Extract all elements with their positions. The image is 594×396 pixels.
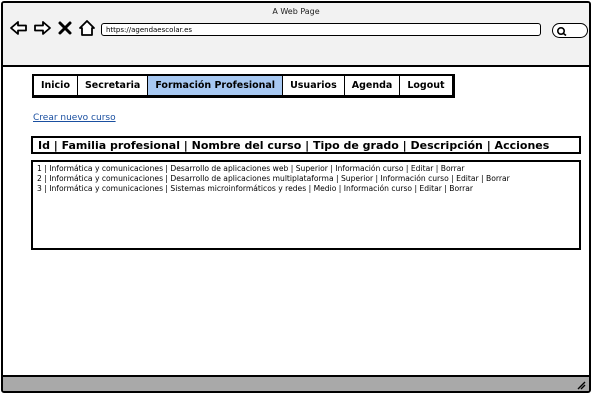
tab-formacion-profesional[interactable]: Formación Profesional (148, 76, 284, 95)
tab-usuarios[interactable]: Usuarios (283, 76, 345, 95)
tab-secretaria[interactable]: Secretaria (78, 76, 149, 95)
list-item[interactable]: 1 | Informática y comunicaciones | Desar… (37, 164, 575, 174)
status-bar (3, 375, 589, 391)
list-item[interactable]: 2 | Informática y comunicaciones | Desar… (37, 174, 575, 184)
main-nav-tabs: Inicio Secretaria Formación Profesional … (32, 74, 455, 98)
search-button[interactable] (552, 23, 588, 38)
close-x-icon[interactable] (55, 18, 75, 38)
create-course-link[interactable]: Crear nuevo curso (33, 113, 116, 123)
resize-grip-icon[interactable] (576, 380, 586, 390)
window-title: A Web Page (272, 7, 320, 16)
title-bar: A Web Page https://agendaescolar.es (3, 3, 589, 67)
list-item[interactable]: 3 | Informática y comunicaciones | Siste… (37, 184, 575, 194)
back-arrow-icon[interactable] (9, 18, 29, 38)
forward-arrow-icon[interactable] (32, 18, 52, 38)
home-icon[interactable] (77, 18, 97, 38)
tab-logout[interactable]: Logout (400, 76, 451, 95)
course-list: 1 | Informática y comunicaciones | Desar… (31, 160, 581, 250)
url-input[interactable]: https://agendaescolar.es (101, 23, 541, 36)
search-icon (556, 26, 567, 36)
table-header: Id | Familia profesional | Nombre del cu… (31, 136, 581, 154)
tab-agenda[interactable]: Agenda (345, 76, 401, 95)
browser-window: A Web Page https://agendaescolar.es Inic… (1, 1, 591, 393)
tab-inicio[interactable]: Inicio (34, 76, 78, 95)
